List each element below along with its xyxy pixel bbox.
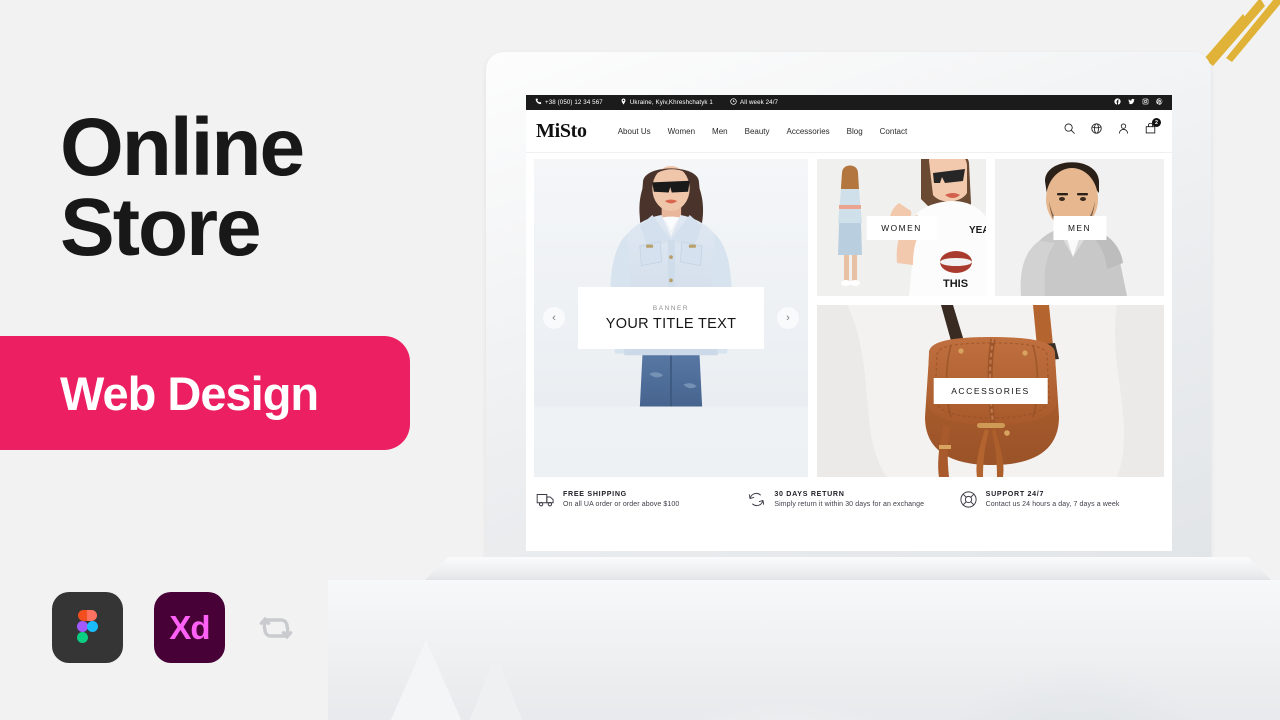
figma-icon: [52, 592, 123, 663]
nav-item-men[interactable]: Men: [712, 127, 728, 136]
feature-support-247: SUPPORT 24/7 Contact us 24 hours a day, …: [959, 490, 1162, 514]
hero-title: YOUR TITLE TEXT: [605, 315, 737, 332]
cloth-fold-right: [448, 656, 544, 720]
topbar-phone-label: +38 (050) 12 34 567: [545, 99, 603, 106]
truck-icon: [536, 490, 555, 514]
topbar-address: Ukraine, Kyiv,Khreshchatyk 1: [620, 98, 713, 107]
feature-support-247-subtitle: Contact us 24 hours a day, 7 days a week: [985, 501, 1120, 508]
features-strip: FREE SHIPPING On all UA order or order a…: [526, 477, 1172, 514]
instagram-icon[interactable]: [1142, 98, 1149, 107]
category-tile-women[interactable]: THIS YEAH... WOMEN: [817, 159, 986, 296]
feature-30-days-return-title: 30 DAYS RETURN: [774, 490, 845, 498]
topbar-phone[interactable]: +38 (050) 12 34 567: [535, 98, 603, 107]
nav-icon-group: 2: [1063, 118, 1162, 140]
nav-item-about-us[interactable]: About Us: [618, 127, 651, 136]
feature-30-days-return: 30 DAYS RETURN Simply return it within 3…: [747, 490, 950, 514]
twitter-icon[interactable]: [1128, 98, 1135, 107]
clock-icon: [730, 98, 737, 107]
hero-text-card: BANNER YOUR TITLE TEXT: [578, 287, 764, 349]
hero-and-categories: ‹ › BANNER YOUR TITLE TEXT THIS YEA WOME…: [526, 153, 1172, 477]
page-title-line-1: Online: [60, 102, 305, 193]
svg-text:YEAH...: YEAH...: [969, 225, 986, 236]
lifebuoy-icon: [959, 490, 978, 514]
cart-count-badge: 2: [1152, 118, 1161, 127]
hero-prev-button[interactable]: ‹: [543, 307, 565, 329]
adobe-xd-icon: Xd: [154, 592, 225, 663]
nav-item-beauty[interactable]: Beauty: [745, 127, 770, 136]
page-title-line-2: Store: [60, 182, 262, 274]
hero-next-button[interactable]: ›: [777, 307, 799, 329]
category-tiles: THIS YEAH... WOMEN: [817, 159, 1164, 477]
site-navbar: MiSto About Us Women Men Beauty Accessor…: [526, 110, 1172, 153]
web-design-badge: Web Design: [0, 336, 410, 450]
primary-nav: About Us Women Men Beauty Accessories Bl…: [618, 127, 908, 136]
svg-text:THIS: THIS: [943, 278, 968, 290]
category-tile-men-label: MEN: [1052, 215, 1107, 240]
hero-photo: [534, 159, 808, 407]
feature-free-shipping-subtitle: On all UA order or order above $100: [563, 501, 680, 508]
pinterest-icon[interactable]: [1156, 98, 1163, 107]
feature-support-247-title: SUPPORT 24/7: [985, 490, 1045, 498]
table-cloth: [328, 580, 1280, 720]
site-topbar: +38 (050) 12 34 567 Ukraine, Kyiv,Khresh…: [526, 95, 1172, 110]
page-title: Online Store: [60, 102, 460, 274]
nav-item-women[interactable]: Women: [668, 127, 695, 136]
laptop-mockup: +38 (050) 12 34 567 Ukraine, Kyiv,Khresh…: [328, 52, 1280, 720]
return-arrows-icon: [747, 490, 766, 514]
globe-icon[interactable]: [1090, 122, 1103, 140]
topbar-hours: All week 24/7: [730, 98, 778, 107]
topbar-hours-label: All week 24/7: [739, 99, 779, 106]
hero-kicker: BANNER: [652, 304, 690, 312]
web-design-badge-label: Web Design: [60, 366, 319, 420]
feature-30-days-return-subtitle: Simply return it within 30 days for an e…: [774, 501, 925, 508]
hero-banner[interactable]: ‹ › BANNER YOUR TITLE TEXT: [534, 159, 808, 477]
category-tile-accessories[interactable]: ACCESSORIES: [817, 305, 1164, 477]
location-pin-icon: [620, 98, 627, 107]
laptop-screen: +38 (050) 12 34 567 Ukraine, Kyiv,Khresh…: [526, 95, 1172, 551]
chevron-right-icon: ›: [786, 312, 790, 324]
site-logo[interactable]: MiSto: [536, 120, 587, 143]
category-tile-men[interactable]: MEN: [995, 159, 1164, 296]
search-icon[interactable]: [1063, 122, 1076, 140]
nav-item-contact[interactable]: Contact: [880, 127, 908, 136]
feature-free-shipping-title: FREE SHIPPING: [563, 490, 627, 498]
sync-arrows-icon: [256, 608, 296, 648]
category-tile-accessories-label: ACCESSORIES: [933, 378, 1048, 404]
category-tiles-top-row: THIS YEAH... WOMEN: [817, 159, 1164, 296]
bag-icon[interactable]: 2: [1144, 118, 1161, 140]
topbar-address-label: Ukraine, Kyiv,Khreshchatyk 1: [629, 99, 713, 106]
phone-icon: [535, 98, 542, 107]
nav-item-accessories[interactable]: Accessories: [787, 127, 830, 136]
feature-free-shipping: FREE SHIPPING On all UA order or order a…: [536, 490, 739, 514]
chevron-left-icon: ‹: [552, 312, 556, 324]
user-icon[interactable]: [1117, 122, 1130, 140]
category-tile-women-label: WOMEN: [866, 215, 937, 240]
facebook-icon[interactable]: [1114, 98, 1121, 107]
adobe-xd-icon-label: Xd: [169, 608, 210, 646]
social-links: [1114, 98, 1163, 107]
nav-item-blog[interactable]: Blog: [847, 127, 863, 136]
